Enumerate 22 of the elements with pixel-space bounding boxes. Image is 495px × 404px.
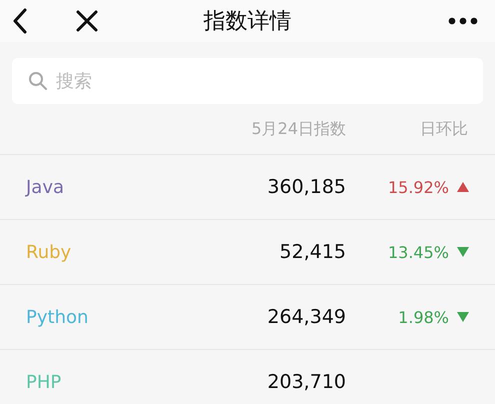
change-value: 15.92% [388, 178, 449, 196]
down-triangle-icon [457, 247, 469, 257]
column-header: 5月24日指数 [250, 118, 346, 140]
column-header: 日环比 [419, 118, 469, 140]
up-triangle-icon [457, 182, 469, 192]
language-name: Java [24, 176, 66, 198]
index-value: 360,185 [266, 176, 346, 198]
search-field[interactable]: 搜索 [12, 58, 483, 104]
index-value: 52,415 [278, 241, 346, 263]
more-icon[interactable] [448, 17, 478, 25]
language-name: Ruby [25, 242, 72, 262]
search-icon [28, 71, 48, 91]
down-triangle-icon [457, 312, 469, 322]
language-name: PHP [25, 372, 62, 392]
change-value: 13.45% [388, 242, 449, 262]
page-title: 指数详情 [204, 8, 292, 36]
change-value: 1.98% [398, 308, 449, 326]
language-name: Python [25, 306, 90, 328]
index-value: 203,710 [266, 371, 346, 393]
close-icon[interactable] [76, 10, 98, 32]
back-icon[interactable] [12, 8, 28, 34]
index-value: 264,349 [266, 306, 346, 328]
